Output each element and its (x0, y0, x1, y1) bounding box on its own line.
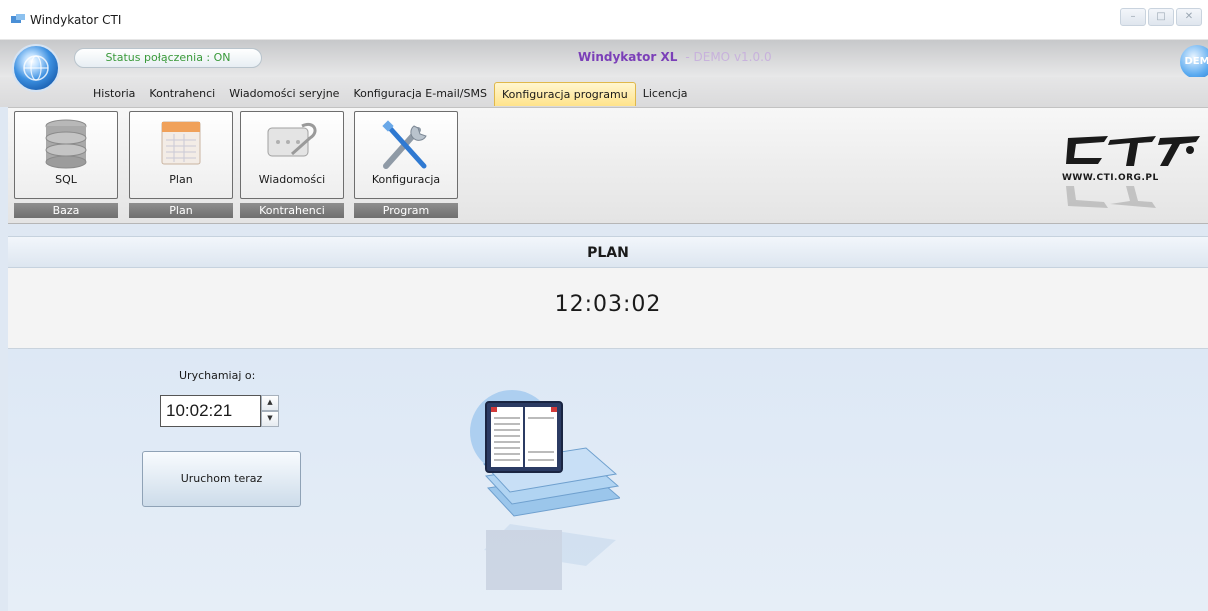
globe-icon (23, 55, 49, 81)
plan-button[interactable]: Plan (129, 111, 233, 199)
window-controls: – □ ✕ (1120, 8, 1202, 26)
tab-wiadomosci-seryjne[interactable]: Wiadomości seryjne (222, 82, 346, 106)
sql-button[interactable]: SQL (14, 111, 118, 199)
ribbon-tabs: Historia Kontrahenci Wiadomości seryjne … (86, 82, 695, 106)
run-now-button[interactable]: Uruchom teraz (142, 451, 301, 507)
konfiguracja-button-label: Konfiguracja (371, 173, 441, 186)
clock-panel: 12:03:02 (8, 268, 1208, 349)
tab-licencja[interactable]: Licencja (636, 82, 695, 106)
app-name: Windykator XL (578, 50, 678, 64)
wiadomosci-button[interactable]: Wiadomości (240, 111, 344, 199)
demo-badge: DEM (1180, 45, 1208, 79)
group-baza: Baza (14, 203, 118, 218)
group-program: Program (354, 203, 458, 218)
title-bar: Windykator CTI – □ ✕ (0, 0, 1208, 40)
calendar-icon (161, 121, 201, 165)
connection-status-badge: Status połączenia : ON (74, 48, 262, 68)
close-icon[interactable]: ✕ (1176, 8, 1202, 26)
app-menu-orb[interactable] (12, 44, 60, 92)
cti-logo-url: WWW.CTI.ORG.PL (1062, 173, 1159, 183)
wiadomosci-button-label: Wiadomości (258, 173, 326, 186)
group-plan: Plan (129, 203, 233, 218)
cti-logo-mark (1066, 136, 1200, 166)
tab-konfiguracja-email-sms[interactable]: Konfiguracja E-mail/SMS (346, 82, 494, 106)
plan-button-label: Plan (169, 173, 193, 186)
cti-logo-reflection (1066, 186, 1156, 208)
sql-button-label: SQL (55, 173, 77, 186)
spin-up-icon[interactable]: ▲ (261, 395, 279, 411)
tab-historia[interactable]: Historia (86, 82, 142, 106)
app-icon (11, 14, 25, 23)
app-version: - DEMO v1.0.0 (685, 50, 772, 64)
message-icon (267, 123, 317, 157)
window-title: Windykator CTI (30, 13, 122, 27)
group-kontrahenci: Kontrahenci (240, 203, 344, 218)
maximize-icon[interactable]: □ (1148, 8, 1174, 26)
tab-kontrahenci[interactable]: Kontrahenci (142, 82, 222, 106)
app-title: Windykator XL - DEMO v1.0.0 (578, 50, 772, 64)
cti-logo: WWW.CTI.ORG.PL (1048, 128, 1208, 218)
current-time: 12:03:02 (554, 292, 662, 317)
tab-konfiguracja-programu[interactable]: Konfiguracja programu (493, 82, 636, 106)
run-at-label: Urychamiaj o: (179, 369, 256, 382)
planner-calendar-icon (470, 390, 620, 590)
plan-header: PLAN (8, 236, 1208, 268)
database-icon (45, 119, 87, 169)
run-time-spinner: ▲ ▼ (261, 395, 279, 427)
spin-down-icon[interactable]: ▼ (261, 411, 279, 427)
konfiguracja-button[interactable]: Konfiguracja (354, 111, 458, 199)
run-time-input[interactable]: 10:02:21 (160, 395, 261, 427)
tools-icon (382, 120, 427, 169)
page-title: PLAN (587, 245, 629, 261)
minimize-icon[interactable]: – (1120, 8, 1146, 26)
